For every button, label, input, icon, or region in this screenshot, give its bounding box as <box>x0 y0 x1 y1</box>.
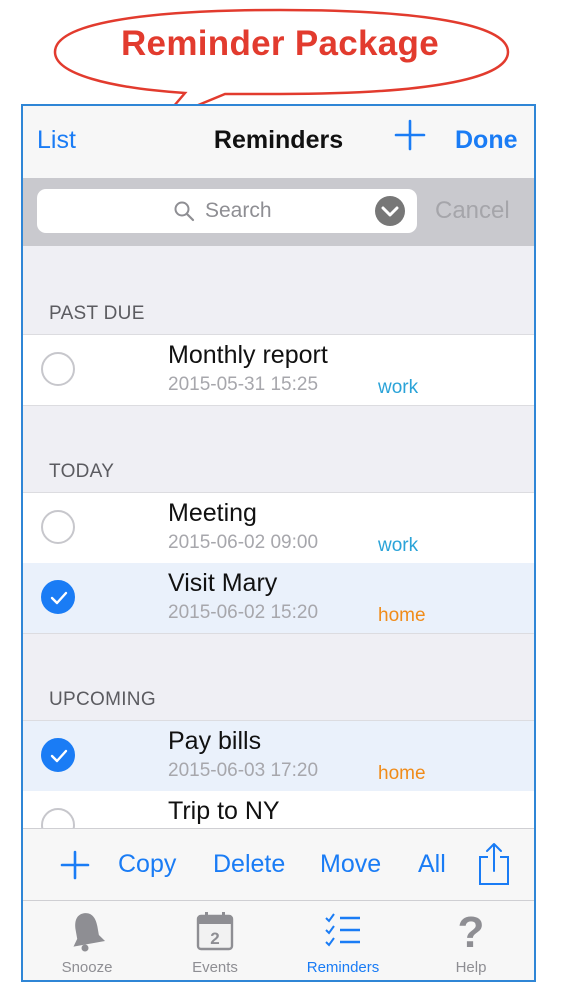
search-placeholder: Search <box>205 199 272 222</box>
cancel-button[interactable]: Cancel <box>435 197 510 225</box>
tab-reminders[interactable]: Reminders <box>279 901 407 980</box>
list-item[interactable]: Trip to NY <box>23 791 534 828</box>
delete-button[interactable]: Delete <box>213 850 285 879</box>
list-item[interactable]: Pay bills 2015-06-03 17:20 home <box>23 720 534 792</box>
list-icon <box>325 913 360 947</box>
reminder-title: Meeting <box>168 499 257 527</box>
tab-bar: Snooze 2 Events Reminders ? Help <box>23 900 534 980</box>
all-button[interactable]: All <box>418 850 446 879</box>
tab-label: Reminders <box>306 959 380 976</box>
navigation-bar: List Reminders Done <box>23 106 534 178</box>
section-header-today: TODAY <box>49 461 115 482</box>
list-item[interactable]: Meeting 2015-06-02 09:00 work <box>23 492 534 564</box>
reminder-tag: home <box>378 605 426 626</box>
tab-label: Events <box>192 959 238 976</box>
svg-text:?: ? <box>458 909 485 953</box>
reminder-list: PAST DUE Monthly report 2015-05-31 15:25… <box>23 246 534 828</box>
checkbox-circle[interactable] <box>41 510 75 544</box>
tab-help[interactable]: ? Help <box>407 901 534 980</box>
reminder-date: 2015-06-02 09:00 <box>168 532 319 553</box>
done-button[interactable]: Done <box>455 126 518 155</box>
move-button[interactable]: Move <box>320 850 381 879</box>
reminder-title: Monthly report <box>168 341 328 369</box>
checkbox-circle-checked[interactable] <box>41 580 75 614</box>
search-bar: Search Cancel <box>23 178 534 246</box>
reminder-tag: work <box>378 377 419 398</box>
checkbox-circle[interactable] <box>41 808 75 828</box>
question-icon: ? <box>458 909 485 953</box>
phone-screen: List Reminders Done Search Cancel PAST D… <box>21 104 536 982</box>
bell-icon <box>73 913 106 952</box>
add-icon[interactable] <box>59 849 91 881</box>
search-input[interactable]: Search <box>37 189 417 233</box>
section-header-upcoming: UPCOMING <box>49 689 156 710</box>
copy-button[interactable]: Copy <box>118 850 176 879</box>
svg-text:2: 2 <box>210 929 219 948</box>
callout-title: Reminder Package <box>120 24 439 63</box>
plus-icon[interactable] <box>393 118 427 152</box>
list-item[interactable]: Visit Mary 2015-06-02 15:20 home <box>23 563 534 634</box>
section-header-past-due: PAST DUE <box>49 303 145 324</box>
tab-label: Snooze <box>61 959 113 976</box>
action-toolbar: Copy Delete Move All <box>23 828 534 901</box>
checkbox-circle[interactable] <box>41 352 75 386</box>
search-icon <box>174 201 195 222</box>
tab-events[interactable]: 2 Events <box>151 901 279 980</box>
reminder-title: Trip to NY <box>168 797 280 825</box>
tab-snooze[interactable]: Snooze <box>23 901 151 980</box>
reminder-tag: home <box>378 763 426 784</box>
tab-label: Help <box>455 959 487 976</box>
calendar-icon: 2 <box>196 912 234 951</box>
reminder-date: 2015-06-03 17:20 <box>168 760 319 781</box>
checkmark-icon <box>50 749 68 763</box>
chevron-down-icon[interactable] <box>374 195 406 227</box>
checkbox-circle-checked[interactable] <box>41 738 75 772</box>
reminder-title: Pay bills <box>168 727 262 755</box>
reminder-title: Visit Mary <box>168 569 278 597</box>
share-icon[interactable] <box>477 841 511 887</box>
reminder-date: 2015-05-31 15:25 <box>168 374 319 395</box>
reminder-tag: work <box>378 535 419 556</box>
list-item[interactable]: Monthly report 2015-05-31 15:25 work <box>23 334 534 406</box>
reminder-date: 2015-06-02 15:20 <box>168 602 319 623</box>
checkmark-icon <box>50 591 68 605</box>
